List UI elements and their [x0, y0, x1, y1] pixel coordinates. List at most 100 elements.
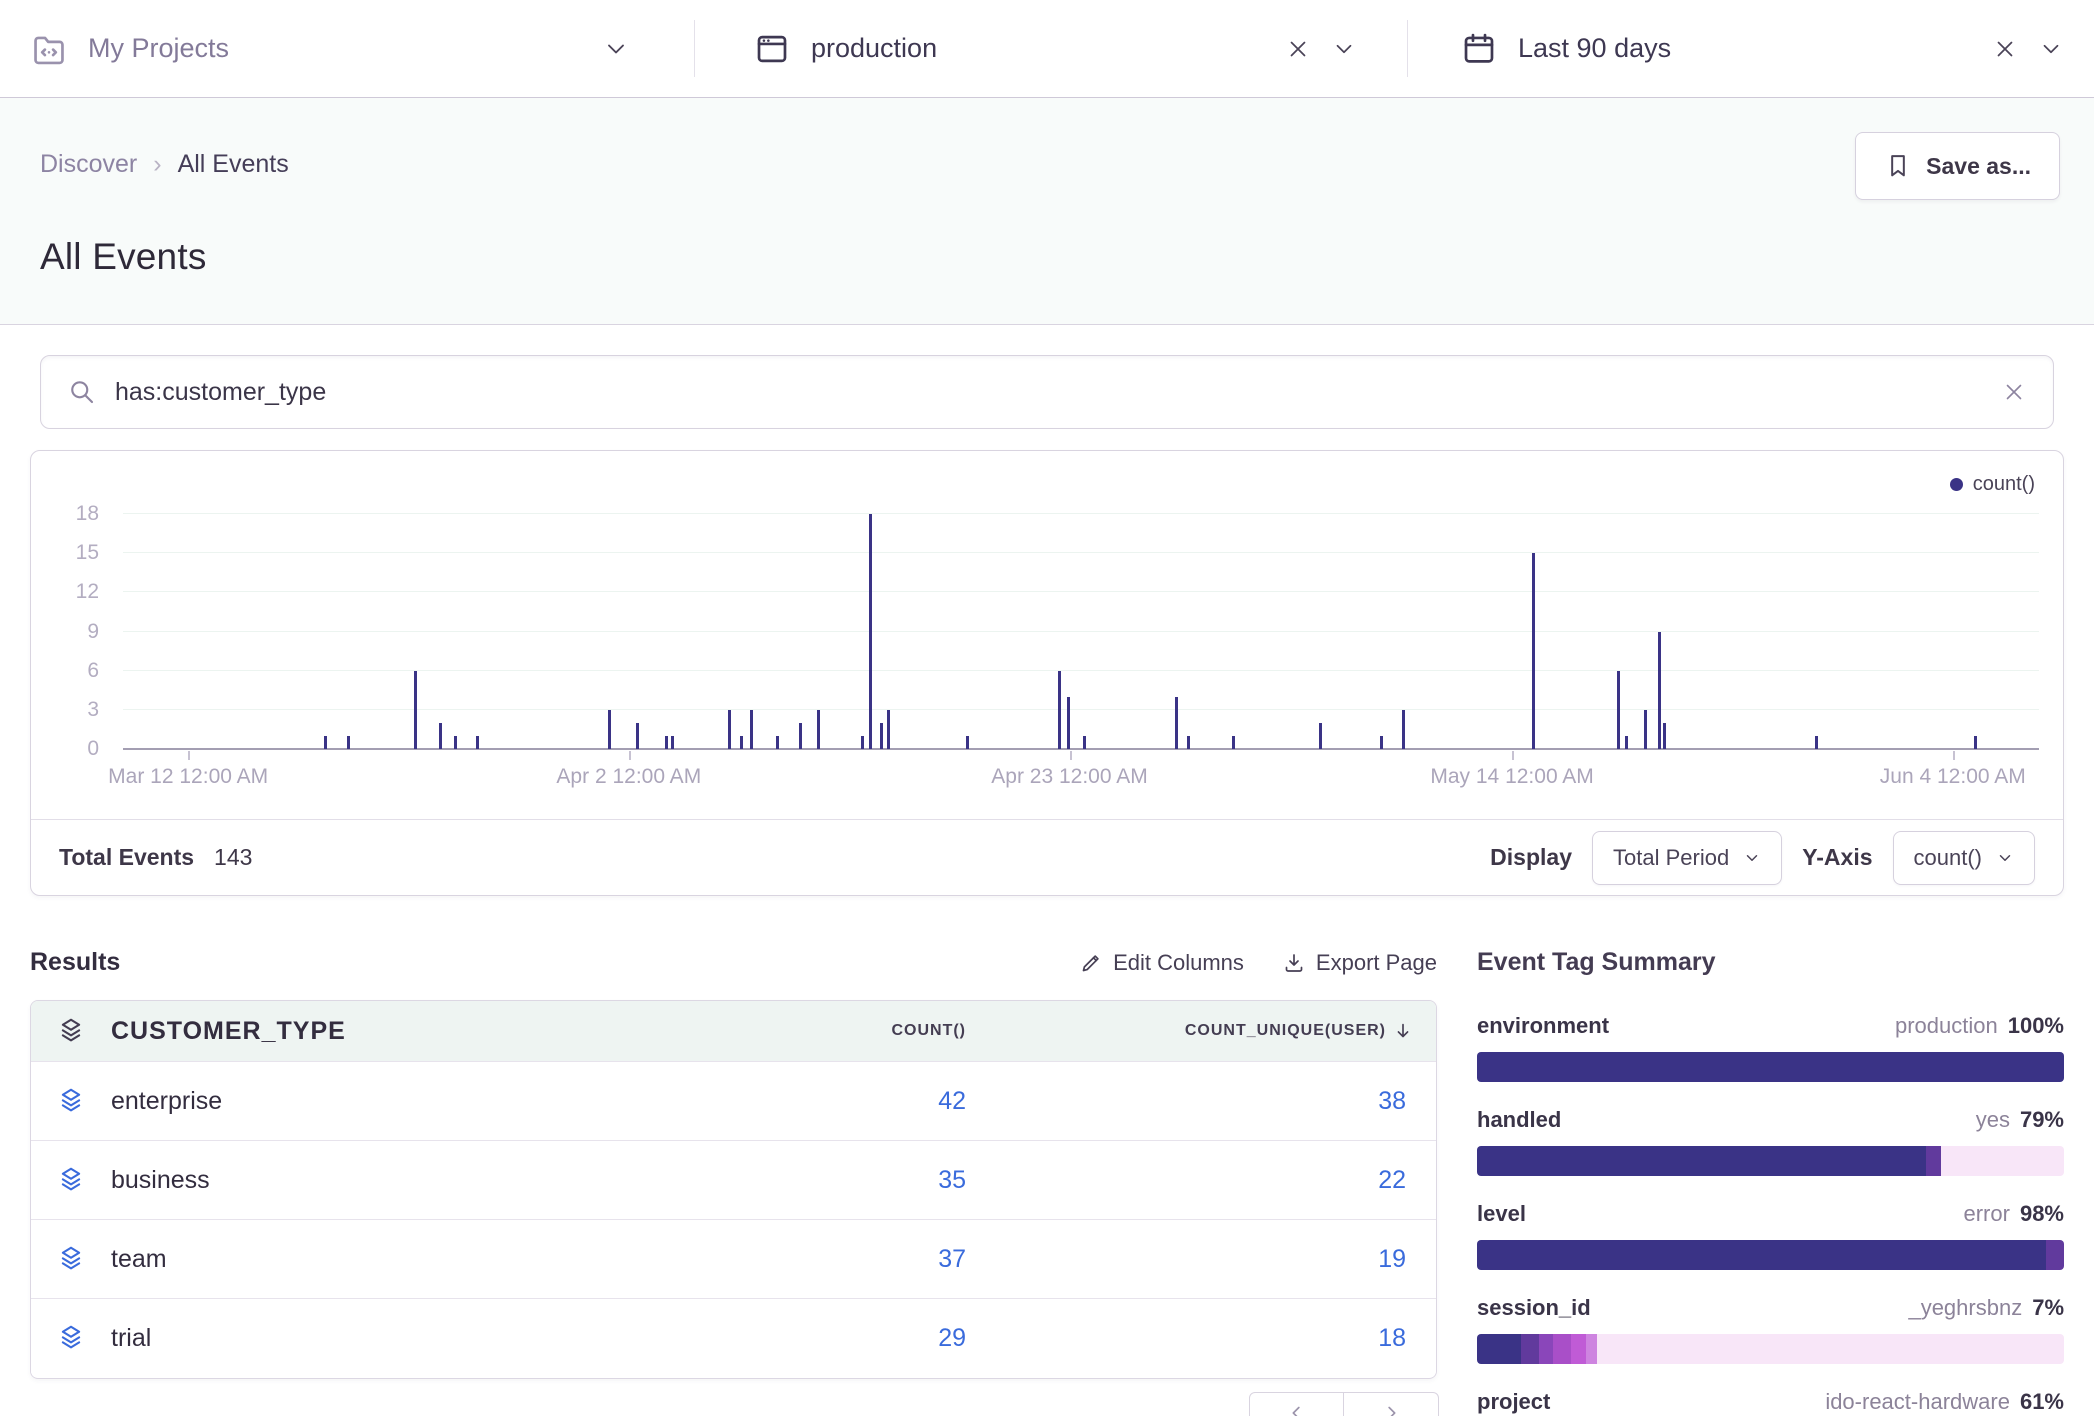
tag-summary-row: handledyes79% [1477, 1107, 2064, 1176]
display-dropdown-value: Total Period [1613, 845, 1729, 871]
pagination-previous-button[interactable] [1249, 1392, 1344, 1416]
search-bar[interactable]: has:customer_type [40, 355, 2054, 429]
column-header-count[interactable]: COUNT() [636, 1022, 966, 1040]
chart-y-tick-label: 3 [37, 698, 99, 722]
table-row[interactable]: business3522 [31, 1140, 1436, 1219]
chart-x-tick-mark [629, 751, 631, 760]
cell-customer-type: enterprise [111, 1087, 636, 1116]
page-title: All Events [40, 236, 207, 278]
chart-bar [966, 736, 969, 749]
tag-distribution-bar[interactable] [1477, 1052, 2064, 1082]
chart-bar [1974, 736, 1977, 749]
chart-bar [1644, 710, 1647, 749]
tag-bar-segment[interactable] [1477, 1146, 1926, 1176]
tag-bar-segment[interactable] [1586, 1334, 1598, 1364]
chart-bar [861, 736, 864, 749]
cell-count-unique-link[interactable]: 38 [966, 1087, 1436, 1116]
tag-bar-segment[interactable] [2046, 1240, 2064, 1270]
chart-x-tick-label: May 14 12:00 AM [1430, 765, 1593, 789]
tag-bar-segment[interactable] [1926, 1146, 1941, 1176]
stack-icon[interactable] [31, 1165, 111, 1195]
pencil-icon [1079, 951, 1103, 975]
stack-icon[interactable] [31, 1323, 111, 1353]
table-row[interactable]: team3719 [31, 1219, 1436, 1298]
cell-count-unique-link[interactable]: 19 [966, 1245, 1436, 1274]
stack-icon[interactable] [31, 1086, 111, 1116]
cell-count-link[interactable]: 42 [636, 1087, 966, 1116]
tag-top-value: ido-react-hardware [1825, 1389, 2010, 1415]
chevron-down-icon[interactable] [1331, 36, 1357, 62]
tag-bar-segment[interactable] [1571, 1334, 1586, 1364]
column-header-count-unique[interactable]: COUNT_UNIQUE(USER) [966, 1020, 1436, 1042]
tag-bar-segment[interactable] [1521, 1334, 1539, 1364]
top-filter-bar: My Projects production [0, 0, 2094, 98]
chart-x-tick-label: Mar 12 12:00 AM [108, 765, 268, 789]
chart-bar [887, 710, 890, 749]
chart-bar [1187, 736, 1190, 749]
export-page-label: Export Page [1316, 950, 1437, 976]
clear-search-icon[interactable] [2001, 379, 2027, 405]
stack-icon[interactable] [31, 1244, 111, 1274]
export-page-button[interactable]: Export Page [1282, 950, 1437, 976]
cell-customer-type: trial [111, 1324, 636, 1353]
yaxis-dropdown[interactable]: count() [1893, 831, 2035, 885]
cell-count-unique-link[interactable]: 18 [966, 1324, 1436, 1353]
close-icon[interactable] [1285, 36, 1311, 62]
tag-bar-segment[interactable] [1539, 1334, 1554, 1364]
yaxis-label: Y-Axis [1802, 844, 1872, 871]
chart-legend[interactable]: count() [1950, 473, 2035, 496]
chart-bar [1232, 736, 1235, 749]
cell-count-unique-link[interactable]: 22 [966, 1166, 1436, 1195]
chart-y-tick-label: 9 [37, 620, 99, 644]
tag-distribution-bar[interactable] [1477, 1146, 2064, 1176]
stack-icon[interactable] [31, 1016, 111, 1046]
save-as-button[interactable]: Save as... [1855, 132, 2060, 200]
chart-footer: Total Events 143 Display Total Period Y-… [31, 819, 2063, 895]
tag-bar-segment[interactable] [1597, 1334, 2064, 1364]
cell-count-link[interactable]: 37 [636, 1245, 966, 1274]
chart-x-tick-mark [1953, 751, 1955, 760]
tag-bar-segment[interactable] [1477, 1334, 1521, 1364]
tag-distribution-bar[interactable] [1477, 1334, 2064, 1364]
environment-value: production [811, 33, 937, 64]
chart-bar [1663, 723, 1666, 749]
chevron-down-icon[interactable] [2038, 36, 2064, 62]
chart-bar [1067, 697, 1070, 749]
chart-bar [324, 736, 327, 749]
chart-x-tick-label: Apr 2 12:00 AM [556, 765, 701, 789]
chart-bar [1625, 736, 1628, 749]
breadcrumb-discover-link[interactable]: Discover [40, 150, 137, 179]
project-selector[interactable]: My Projects [0, 0, 694, 97]
column-header-customer-type[interactable]: CUSTOMER_TYPE [111, 1017, 636, 1046]
chart-bar [454, 736, 457, 749]
edit-columns-button[interactable]: Edit Columns [1079, 950, 1244, 976]
date-range-selector[interactable]: Last 90 days [1408, 0, 2094, 97]
cell-count-link[interactable]: 35 [636, 1166, 966, 1195]
tag-bar-segment[interactable] [1477, 1052, 2064, 1082]
tag-percent: 98% [2020, 1201, 2064, 1227]
chevron-down-icon[interactable] [602, 35, 630, 63]
chart-bar [671, 736, 674, 749]
tag-distribution-bar[interactable] [1477, 1240, 2064, 1270]
tag-bar-segment[interactable] [1941, 1146, 2064, 1176]
tag-bar-segment[interactable] [1553, 1334, 1571, 1364]
environment-selector[interactable]: production [695, 0, 1407, 97]
chart-bar [880, 723, 883, 749]
table-row[interactable]: enterprise4238 [31, 1061, 1436, 1140]
pagination-next-button[interactable] [1344, 1392, 1439, 1416]
search-query-value[interactable]: has:customer_type [115, 378, 1983, 407]
total-events-label: Total Events [59, 844, 194, 871]
tag-bar-segment[interactable] [1477, 1240, 2046, 1270]
display-dropdown[interactable]: Total Period [1592, 831, 1782, 885]
tag-summary-row: environmentproduction100% [1477, 1013, 2064, 1082]
results-table: CUSTOMER_TYPE COUNT() COUNT_UNIQUE(USER)… [30, 1000, 1437, 1379]
chart-bar [1402, 710, 1405, 749]
tag-summary-row: session_id_yeghrsbnz7% [1477, 1295, 2064, 1364]
cell-count-link[interactable]: 29 [636, 1324, 966, 1353]
table-row[interactable]: trial2918 [31, 1298, 1436, 1377]
cell-customer-type: team [111, 1245, 636, 1274]
close-icon[interactable] [1992, 36, 2018, 62]
bookmark-icon [1884, 152, 1912, 180]
chart-x-tick-mark [1512, 751, 1514, 760]
chart-bar [1617, 671, 1620, 749]
